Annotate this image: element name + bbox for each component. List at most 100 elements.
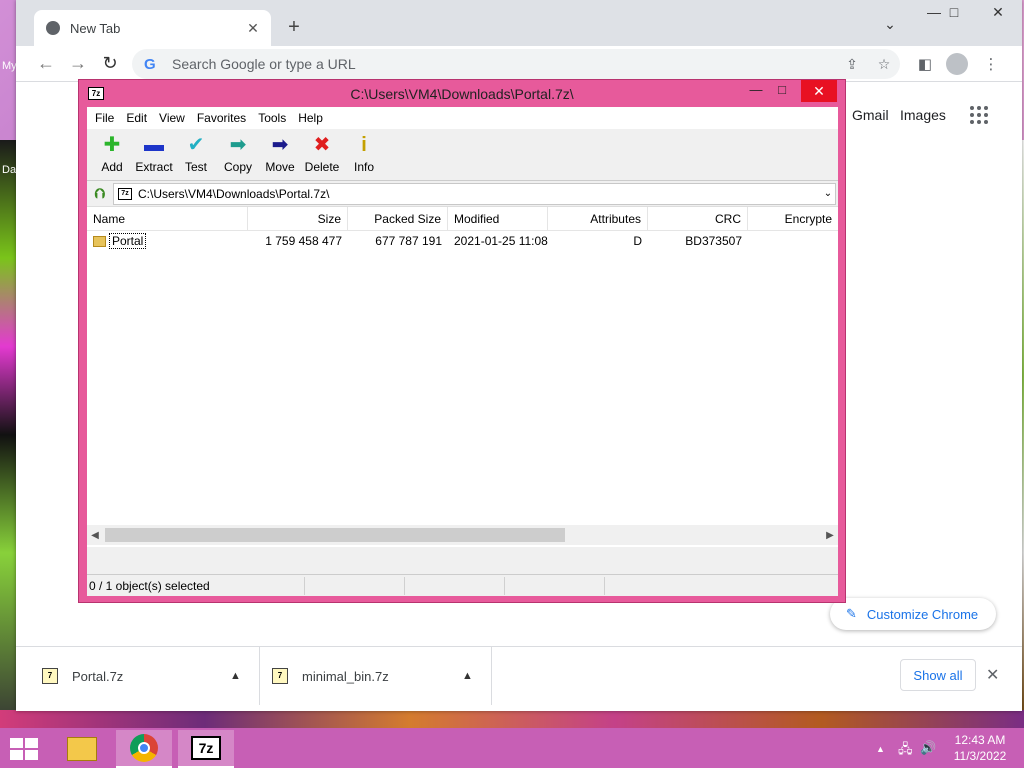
volume-icon[interactable]: 🔊 (920, 740, 936, 756)
file-list: Name Size Packed Size Modified Attribute… (87, 206, 838, 547)
status-selection: 0 / 1 object(s) selected (87, 576, 305, 595)
download-item[interactable]: 7 Portal.7z ▲ (30, 647, 260, 705)
add-icon: ✚ (103, 134, 121, 156)
column-encrypted[interactable]: Encrypte (748, 207, 838, 231)
menu-file[interactable]: File (89, 111, 120, 125)
maximize-button[interactable]: □ (767, 82, 797, 97)
folder-icon (93, 236, 106, 248)
test-button[interactable]: ✔ Test (175, 129, 217, 180)
show-all-button[interactable]: Show all (900, 659, 976, 691)
toolbar-label: Delete (304, 160, 340, 174)
info-button[interactable]: i Info (343, 129, 385, 180)
copy-button[interactable]: ➡ Copy (217, 129, 259, 180)
desktop-icon-label[interactable]: My (2, 60, 17, 72)
cell-packed-size: 677 787 191 (375, 234, 442, 248)
google-apps-icon[interactable] (970, 106, 988, 124)
column-packed-size[interactable]: Packed Size (348, 206, 448, 231)
sevenzip-title: C:\Users\VM4\Downloads\Portal.7z\ (350, 86, 574, 102)
delete-icon: ✖ (313, 134, 331, 156)
move-icon: ➡ (271, 134, 289, 156)
toolbar-label: Add (101, 160, 123, 174)
taskbar-chrome[interactable] (116, 730, 172, 768)
delete-button[interactable]: ✖ Delete (301, 129, 343, 180)
desktop-wallpaper-bottom (0, 710, 1024, 730)
toolbar-label: Move (265, 160, 295, 174)
menu-tools[interactable]: Tools (252, 111, 292, 125)
chevron-down-icon[interactable]: ⌄ (821, 188, 835, 199)
column-modified[interactable]: Modified (448, 206, 548, 231)
customize-chrome-button[interactable]: ✎ Customize Chrome (830, 598, 996, 630)
sevenzip-icon: 7z (191, 736, 221, 760)
tab-strip: New Tab ✕ + ⌄ — □ ✕ (16, 0, 1022, 46)
up-folder-icon[interactable]: ⮉ (87, 185, 113, 202)
scroll-left-icon[interactable]: ◀ (87, 530, 103, 541)
images-link[interactable]: Images (900, 107, 946, 123)
copy-icon: ➡ (229, 134, 247, 156)
desktop-icon-label[interactable]: Da (2, 164, 16, 176)
forward-button[interactable]: → (66, 53, 90, 74)
list-header: Name Size Packed Size Modified Attribute… (87, 206, 838, 231)
file-name: Portal (109, 233, 147, 249)
download-shelf: 7 Portal.7z ▲ 7 minimal_bin.7z ▲ Show al… (16, 646, 1022, 705)
reload-button[interactable]: ↻ (98, 53, 122, 74)
status-cell (305, 576, 405, 595)
menu-help[interactable]: Help (292, 111, 329, 125)
move-button[interactable]: ➡ Move (259, 129, 301, 180)
archive-icon: 7z (118, 187, 132, 200)
menu-edit[interactable]: Edit (120, 111, 153, 125)
share-icon[interactable]: ⇪ (836, 56, 868, 73)
address-field[interactable]: 7z C:\Users\VM4\Downloads\Portal.7z\ ⌄ (113, 182, 836, 205)
taskbar-clock[interactable]: 12:43 AM 11/3/2022 (940, 732, 1020, 764)
info-icon: i (361, 134, 367, 156)
cell-crc: BD373507 (685, 234, 742, 248)
menu-favorites[interactable]: Favorites (191, 111, 252, 125)
omnibox[interactable]: G Search Google or type a URL ⇪ ☆ (132, 49, 900, 79)
back-button[interactable]: ← (34, 53, 58, 74)
windows-start-icon[interactable] (10, 738, 38, 760)
cell-size: 1 759 458 477 (265, 234, 342, 248)
cell-name[interactable]: Portal (87, 231, 248, 251)
column-size[interactable]: Size (248, 206, 348, 231)
new-tab-button[interactable]: + (283, 16, 305, 39)
download-item[interactable]: 7 minimal_bin.7z ▲ (260, 647, 492, 705)
profile-avatar-icon[interactable] (946, 53, 968, 75)
chevron-up-icon[interactable]: ▲ (230, 670, 241, 682)
horizontal-scrollbar[interactable]: ◀ ▶ (87, 525, 838, 545)
menu-kebab-icon[interactable]: ⋮ (980, 55, 1002, 73)
omnibox-placeholder: Search Google or type a URL (172, 56, 356, 72)
network-icon[interactable]: 🖧 (898, 740, 913, 762)
gmail-link[interactable]: Gmail (852, 107, 889, 123)
column-attributes[interactable]: Attributes (548, 206, 648, 231)
tab-search-icon[interactable]: ⌄ (870, 16, 910, 33)
sevenzip-window: 7z C:\Users\VM4\Downloads\Portal.7z\ — □… (78, 79, 846, 603)
taskbar-7zip[interactable]: 7z (178, 730, 234, 768)
tab-new-tab[interactable]: New Tab ✕ (34, 10, 271, 46)
menu-view[interactable]: View (153, 111, 191, 125)
toolbar-label: Extract (135, 160, 173, 174)
column-name[interactable]: Name (87, 206, 248, 231)
chevron-up-icon[interactable]: ▲ (462, 670, 473, 682)
tab-title: New Tab (70, 20, 121, 36)
scroll-thumb[interactable] (105, 528, 565, 542)
close-window-button[interactable]: ✕ (978, 4, 1018, 21)
scroll-track[interactable] (103, 528, 822, 542)
taskbar: 7z ▲ 🖧 🔊 12:43 AM 11/3/2022 (0, 728, 1024, 768)
sevenzip-titlebar[interactable]: 7z C:\Users\VM4\Downloads\Portal.7z\ — □… (79, 80, 845, 106)
tab-close-icon[interactable]: ✕ (243, 20, 263, 37)
tray-chevron-up-icon[interactable]: ▲ (876, 744, 885, 754)
google-g-icon: G (144, 55, 156, 73)
bookmark-star-icon[interactable]: ☆ (868, 56, 900, 73)
side-panel-icon[interactable]: ◧ (914, 55, 936, 73)
column-crc[interactable]: CRC (648, 206, 748, 231)
maximize-button[interactable]: □ (934, 4, 974, 20)
pencil-icon: ✎ (846, 606, 857, 621)
extract-button[interactable]: ▬ Extract (133, 129, 175, 180)
add-button[interactable]: ✚ Add (91, 129, 133, 180)
table-row[interactable]: Portal 1 759 458 477 677 787 191 2021-01… (87, 231, 838, 251)
close-shelf-icon[interactable]: ✕ (986, 665, 999, 685)
close-button[interactable]: ✕ (801, 80, 837, 102)
clock-time: 12:43 AM (954, 733, 1006, 747)
scroll-right-icon[interactable]: ▶ (822, 530, 838, 541)
taskbar-file-explorer[interactable] (54, 730, 110, 768)
browser-toolbar: ← → ↻ G Search Google or type a URL ⇪ ☆ … (16, 46, 1022, 82)
